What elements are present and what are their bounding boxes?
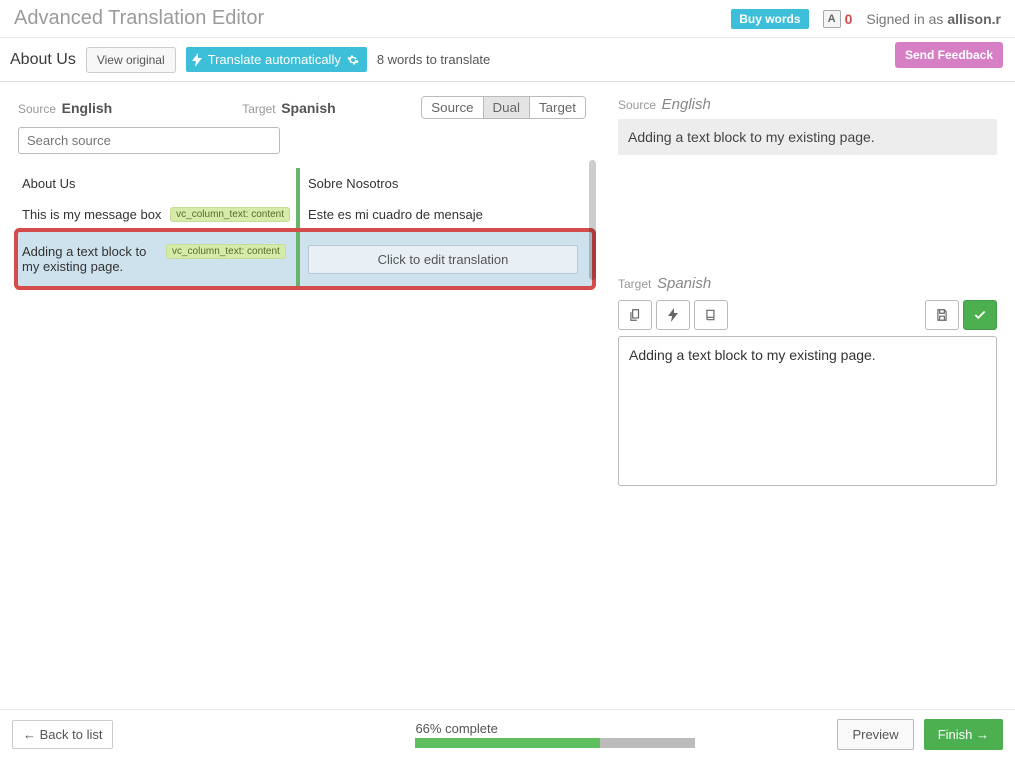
content-area: Source English Target Spanish Source Dua… [0,82,1015,709]
translation-textarea[interactable] [618,336,997,486]
detail-source-text: Adding a text block to my existing page. [618,119,997,155]
translate-automatically-button[interactable]: Translate automatically [186,47,367,72]
table-row[interactable]: This is my message box vc_column_text: c… [18,199,600,230]
bolt-icon [192,53,202,67]
book-icon [704,308,718,322]
check-icon [973,308,987,322]
footer: ← Back to list 66% complete Preview Fini… [0,709,1015,759]
detail-target-label: Target Spanish [618,275,997,292]
finish-button[interactable]: Finish → [924,719,1003,750]
words-to-translate-label: 8 words to translate [377,52,490,67]
machine-translate-button[interactable] [656,300,690,330]
bolt-icon [668,308,678,322]
word-counter: A 0 [823,10,853,28]
view-toggle[interactable]: Source Dual Target [421,96,586,119]
word-counter-value: 0 [845,11,853,27]
app-header: Advanced Translation Editor Buy words A … [0,0,1015,38]
view-toggle-target[interactable]: Target [530,97,585,118]
detail-source-label: Source English [618,96,997,113]
copy-source-button[interactable] [618,300,652,330]
view-original-button[interactable]: View original [86,47,176,73]
confirm-button[interactable] [963,300,997,330]
source-text: Adding a text block to my existing page. [22,244,162,274]
preview-button[interactable]: Preview [837,719,913,750]
back-to-list-button[interactable]: ← Back to list [12,720,113,749]
target-text[interactable]: Sobre Nosotros [296,168,586,199]
scrollbar-vertical[interactable] [589,160,596,365]
table-row-selected[interactable]: Adding a text block to my existing page.… [18,232,592,286]
progress: 66% complete [415,721,715,748]
copy-icon [628,308,642,322]
progress-label: 66% complete [415,721,715,736]
search-input[interactable] [18,127,280,154]
target-text[interactable]: Este es mi cuadro de mensaje [296,199,586,230]
progress-bar [415,738,695,748]
save-button[interactable] [925,300,959,330]
signed-in-label: Signed in as allison.r [866,11,1001,27]
right-pane: Source English Adding a text block to my… [600,82,1015,709]
view-toggle-source[interactable]: Source [422,97,483,118]
source-lang-label: Source English [18,100,112,116]
send-feedback-button[interactable]: Send Feedback [895,42,1003,68]
field-tag: vc_column_text: content [170,207,290,222]
gear-icon [347,54,359,66]
click-to-edit-button[interactable]: Click to edit translation [308,245,578,274]
progress-fill [415,738,600,748]
table-row[interactable]: About Us Sobre Nosotros [18,168,600,199]
source-text: About Us [22,176,290,191]
buy-words-button[interactable]: Buy words [731,9,808,29]
sub-header: About Us View original Translate automat… [0,38,1015,82]
left-pane: Source English Target Spanish Source Dua… [0,82,600,709]
app-title: Advanced Translation Editor [14,7,264,30]
target-lang-label: Target Spanish [242,100,335,116]
translate-icon: A [823,10,841,28]
user-name: allison.r [947,11,1001,27]
view-toggle-dual[interactable]: Dual [484,97,530,118]
glossary-button[interactable] [694,300,728,330]
field-tag: vc_column_text: content [166,244,286,259]
source-text: This is my message box [22,207,166,222]
save-icon [935,308,949,322]
page-name: About Us [10,51,76,69]
